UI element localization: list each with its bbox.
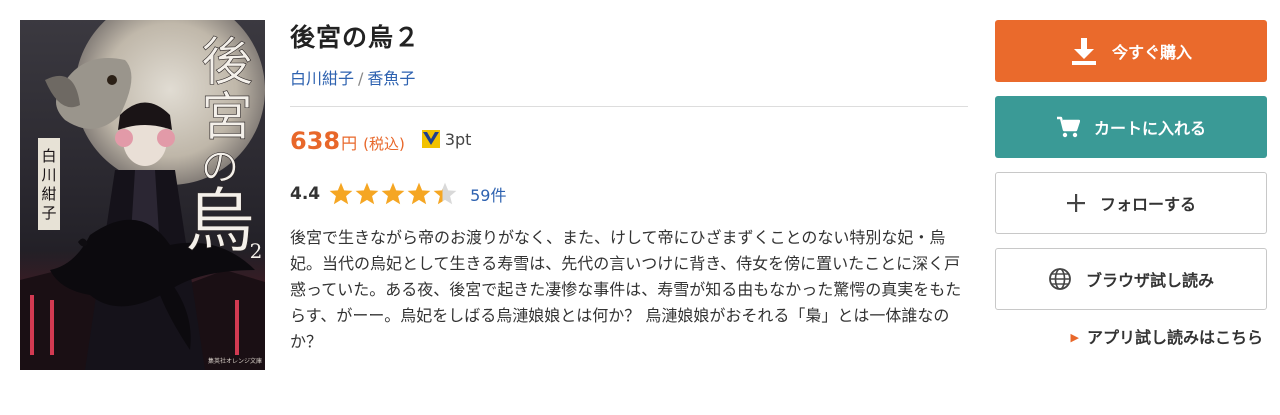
plus-icon (1066, 193, 1086, 213)
buy-now-label: 今すぐ購入 (1111, 43, 1192, 62)
browser-trial-label: ブラウザ試し読み (1085, 271, 1214, 290)
download-icon (1070, 36, 1098, 66)
author-separator: / (358, 69, 364, 88)
star-icon (407, 182, 431, 205)
follow-button[interactable]: フォローする (995, 172, 1267, 234)
rating-score: 4.4 (290, 184, 321, 204)
author-link-ayuko[interactable]: 香魚子 (367, 69, 415, 88)
buy-now-button[interactable]: 今すぐ購入 (995, 20, 1267, 82)
review-count-link[interactable]: 59件 (470, 182, 506, 206)
add-to-cart-label: カートに入れる (1093, 119, 1206, 138)
cart-icon (1056, 116, 1080, 138)
rating-row: 4.4 59件 (290, 179, 970, 209)
points-value: 3pt (444, 129, 472, 149)
book-info: 後宮の烏２ 白川紺子 / 香魚子 638 円 (税込) 3pt 4.4 59件 後宮… (290, 20, 970, 355)
author-list: 白川紺子 / 香魚子 (290, 68, 970, 90)
book-description: 後宮で生きながら帝のお渡りがなく、また、けして帝にひざまずくことのない特別な妃・… (290, 228, 962, 351)
author-link-shirakawa[interactable]: 白川紺子 (290, 69, 354, 88)
cover-title-char-1: 後 (201, 33, 253, 93)
app-trial-link[interactable]: ▶ アプリ試し読みはこちら (995, 324, 1267, 348)
cover-author-char-3: 紺 (41, 185, 56, 203)
app-trial-label: アプリ試し読みはこちら (1086, 328, 1263, 347)
cover-art: 白 川 紺 子 後 宮 の 烏 2 集英社オレンジ文庫 (20, 20, 265, 370)
triangle-right-icon: ▶ (1070, 331, 1079, 344)
rating-stars (328, 181, 458, 207)
star-icon (433, 182, 457, 205)
cover-publisher: 集英社オレンジ文庫 (208, 357, 262, 365)
book-cover-image[interactable]: 白 川 紺 子 後 宮 の 烏 2 集英社オレンジ文庫 (20, 20, 265, 370)
price-row: 638 円 (税込) 3pt (290, 127, 970, 159)
globe-icon (1048, 267, 1072, 291)
cover-author-char-2: 川 (41, 166, 56, 184)
price-tax-label: (税込) (363, 135, 405, 153)
cover-title-char-2: 宮 (201, 88, 253, 148)
star-icon (381, 182, 405, 205)
v-point-icon (421, 130, 440, 148)
divider (290, 106, 968, 107)
action-panel: 今すぐ購入 カートに入れる フォローする ブラウザ試し読み ▶ アプリ試し読みは… (995, 20, 1267, 348)
star-icon (355, 182, 379, 205)
cover-volume: 2 (250, 239, 263, 263)
browser-trial-button[interactable]: ブラウザ試し読み (995, 248, 1267, 310)
cover-author-char-1: 白 (41, 147, 56, 165)
book-title: 後宮の烏２ (290, 23, 421, 52)
price-amount: 638 (290, 127, 341, 155)
cover-author-char-4: 子 (41, 204, 56, 222)
price-unit: 円 (341, 134, 358, 153)
cover-title-char-4: 烏 (185, 180, 255, 262)
points: 3pt (421, 129, 472, 149)
add-to-cart-button[interactable]: カートに入れる (995, 96, 1267, 158)
star-icon (329, 182, 353, 205)
follow-label: フォローする (1099, 195, 1196, 214)
